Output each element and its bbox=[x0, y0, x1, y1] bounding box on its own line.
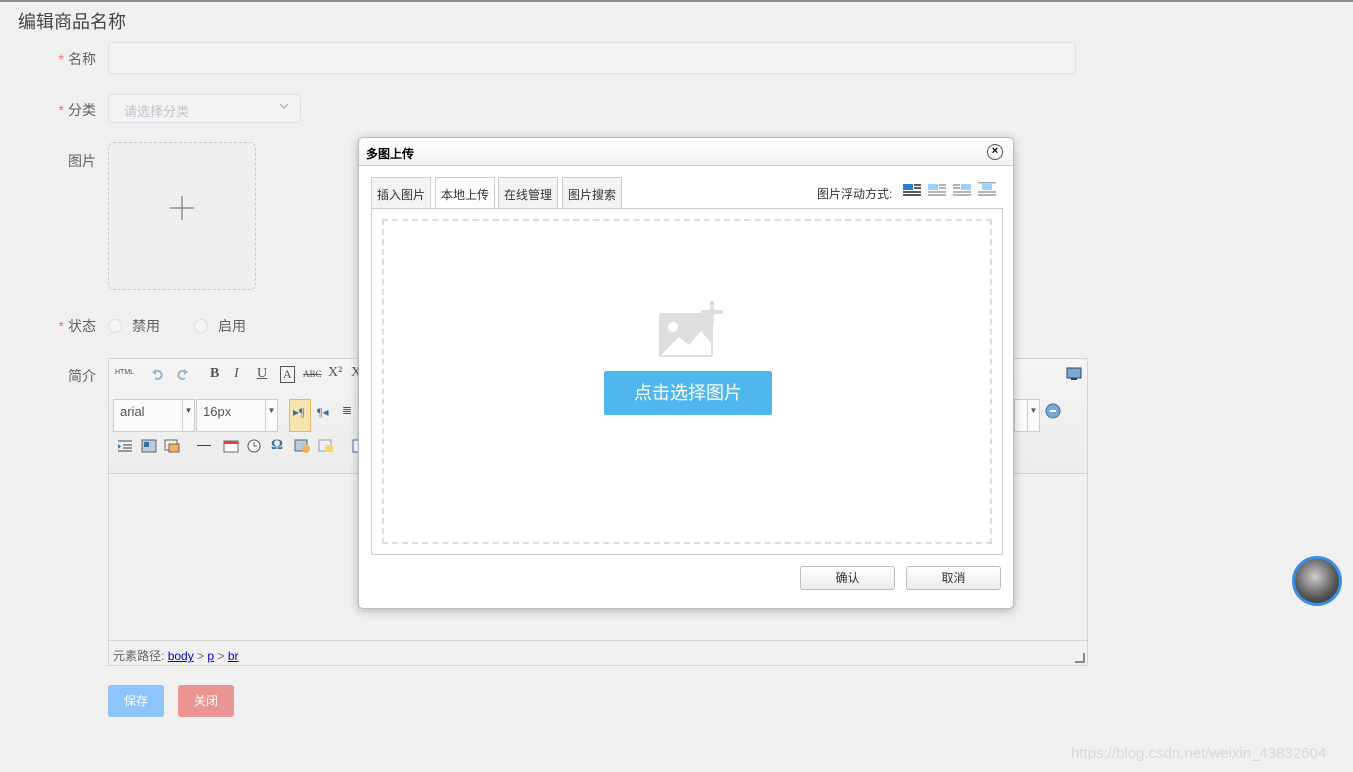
required-mark: * bbox=[58, 102, 64, 118]
emoticon-icon[interactable] bbox=[294, 439, 310, 456]
redo-icon[interactable] bbox=[175, 367, 189, 384]
undo-icon[interactable] bbox=[151, 367, 165, 384]
toolbar-select[interactable]: ▼ bbox=[1014, 399, 1040, 432]
line-height-icon[interactable]: ≣ bbox=[342, 403, 352, 418]
float-none-icon[interactable] bbox=[902, 182, 922, 198]
clock-icon[interactable] bbox=[247, 439, 261, 456]
font-border-icon[interactable]: A bbox=[280, 366, 295, 383]
element-path-label: 元素路径: bbox=[113, 649, 165, 663]
category-placeholder: 请选择分类 bbox=[124, 104, 190, 119]
page-title: 编辑商品名称 bbox=[18, 12, 126, 32]
tab-local-upload[interactable]: 本地上传 bbox=[435, 177, 496, 209]
word-image-icon[interactable] bbox=[318, 439, 334, 456]
path-separator: > bbox=[197, 649, 205, 663]
superscript-icon[interactable]: X² bbox=[328, 365, 342, 381]
image-uploader[interactable] bbox=[108, 142, 256, 290]
float-center-icon[interactable] bbox=[977, 182, 997, 198]
underline-icon[interactable]: U bbox=[257, 366, 267, 382]
dialog-header: 多图上传 × bbox=[359, 138, 1013, 166]
float-left-icon[interactable] bbox=[927, 182, 947, 198]
bold-icon[interactable]: B bbox=[210, 366, 219, 382]
image-layout-icon[interactable] bbox=[141, 439, 157, 456]
strikethrough-icon[interactable]: ABC bbox=[303, 369, 322, 379]
font-family-select[interactable]: arial ▼ bbox=[113, 399, 195, 432]
indent-icon[interactable] bbox=[117, 439, 133, 456]
caret-down-icon: ▼ bbox=[265, 400, 277, 431]
font-family-value: arial bbox=[120, 404, 145, 419]
radio-label: 禁用 bbox=[132, 318, 160, 334]
confirm-button[interactable]: 确认 bbox=[800, 566, 895, 590]
status-label: * 状态 bbox=[58, 318, 96, 334]
help-icon[interactable] bbox=[1045, 403, 1061, 422]
close-button[interactable]: 关闭 bbox=[178, 685, 234, 717]
float-right-icon[interactable] bbox=[952, 182, 972, 198]
path-separator: > bbox=[217, 649, 225, 663]
html-source-button[interactable]: HTML bbox=[115, 369, 134, 376]
category-select[interactable]: 请选择分类 bbox=[108, 94, 301, 123]
fullscreen-icon[interactable] bbox=[1066, 367, 1082, 384]
upload-panel: 点击选择图片 bbox=[371, 208, 1003, 555]
chevron-down-icon bbox=[278, 100, 290, 115]
upload-dropzone[interactable]: 点击选择图片 bbox=[382, 219, 992, 544]
plus-icon bbox=[109, 191, 255, 230]
cancel-button[interactable]: 取消 bbox=[906, 566, 1001, 590]
element-path-bar: 元素路径: body > p > br bbox=[109, 640, 1087, 665]
radio-circle[interactable] bbox=[108, 319, 122, 333]
required-mark: * bbox=[58, 51, 64, 67]
name-input[interactable] bbox=[108, 42, 1076, 74]
intro-label: 简介 bbox=[68, 368, 96, 384]
avatar[interactable] bbox=[1292, 556, 1342, 606]
calendar-icon[interactable] bbox=[223, 439, 239, 456]
path-link-br[interactable]: br bbox=[228, 649, 239, 663]
dialog-title: 多图上传 bbox=[366, 147, 415, 161]
status-radio-disabled[interactable]: 禁用 bbox=[108, 316, 160, 336]
top-divider bbox=[0, 0, 1353, 2]
paragraph-rtl-icon[interactable]: ¶◂ bbox=[317, 405, 328, 420]
status-radio-enabled[interactable]: 启用 bbox=[194, 316, 246, 336]
path-link-body[interactable]: body bbox=[168, 649, 194, 663]
watermark: https://blog.csdn.net/weixin_43832604 bbox=[1071, 745, 1327, 762]
add-image-icon bbox=[657, 301, 723, 362]
category-label: * 分类 bbox=[58, 102, 96, 118]
close-icon[interactable]: × bbox=[987, 144, 1003, 160]
horizontal-rule-icon[interactable] bbox=[197, 445, 211, 446]
required-mark: * bbox=[58, 318, 64, 334]
image-label: 图片 bbox=[68, 153, 96, 169]
select-images-button[interactable]: 点击选择图片 bbox=[604, 371, 772, 415]
special-char-icon[interactable]: Ω bbox=[271, 437, 283, 454]
caret-down-icon: ▼ bbox=[1027, 400, 1039, 431]
font-size-value: 16px bbox=[203, 404, 232, 419]
tab-image-search[interactable]: 图片搜索 bbox=[562, 177, 623, 208]
tab-online-manage[interactable]: 在线管理 bbox=[498, 177, 559, 208]
insert-image-icon[interactable] bbox=[164, 439, 180, 456]
save-button[interactable]: 保存 bbox=[108, 685, 164, 717]
float-mode-label: 图片浮动方式: bbox=[817, 187, 893, 201]
radio-label: 启用 bbox=[218, 318, 246, 334]
font-size-select[interactable]: 16px ▼ bbox=[196, 399, 278, 432]
tab-insert-image[interactable]: 插入图片 bbox=[371, 177, 432, 208]
multi-image-upload-dialog: 多图上传 × 插入图片 本地上传 在线管理 图片搜索 图片浮动方式: 点击选择图… bbox=[358, 137, 1014, 609]
path-link-p[interactable]: p bbox=[207, 649, 214, 663]
name-label: * 名称 bbox=[58, 51, 96, 67]
italic-icon[interactable]: I bbox=[234, 366, 239, 382]
radio-circle[interactable] bbox=[194, 319, 208, 333]
resize-handle-icon[interactable] bbox=[1075, 653, 1085, 663]
caret-down-icon: ▼ bbox=[182, 400, 194, 431]
